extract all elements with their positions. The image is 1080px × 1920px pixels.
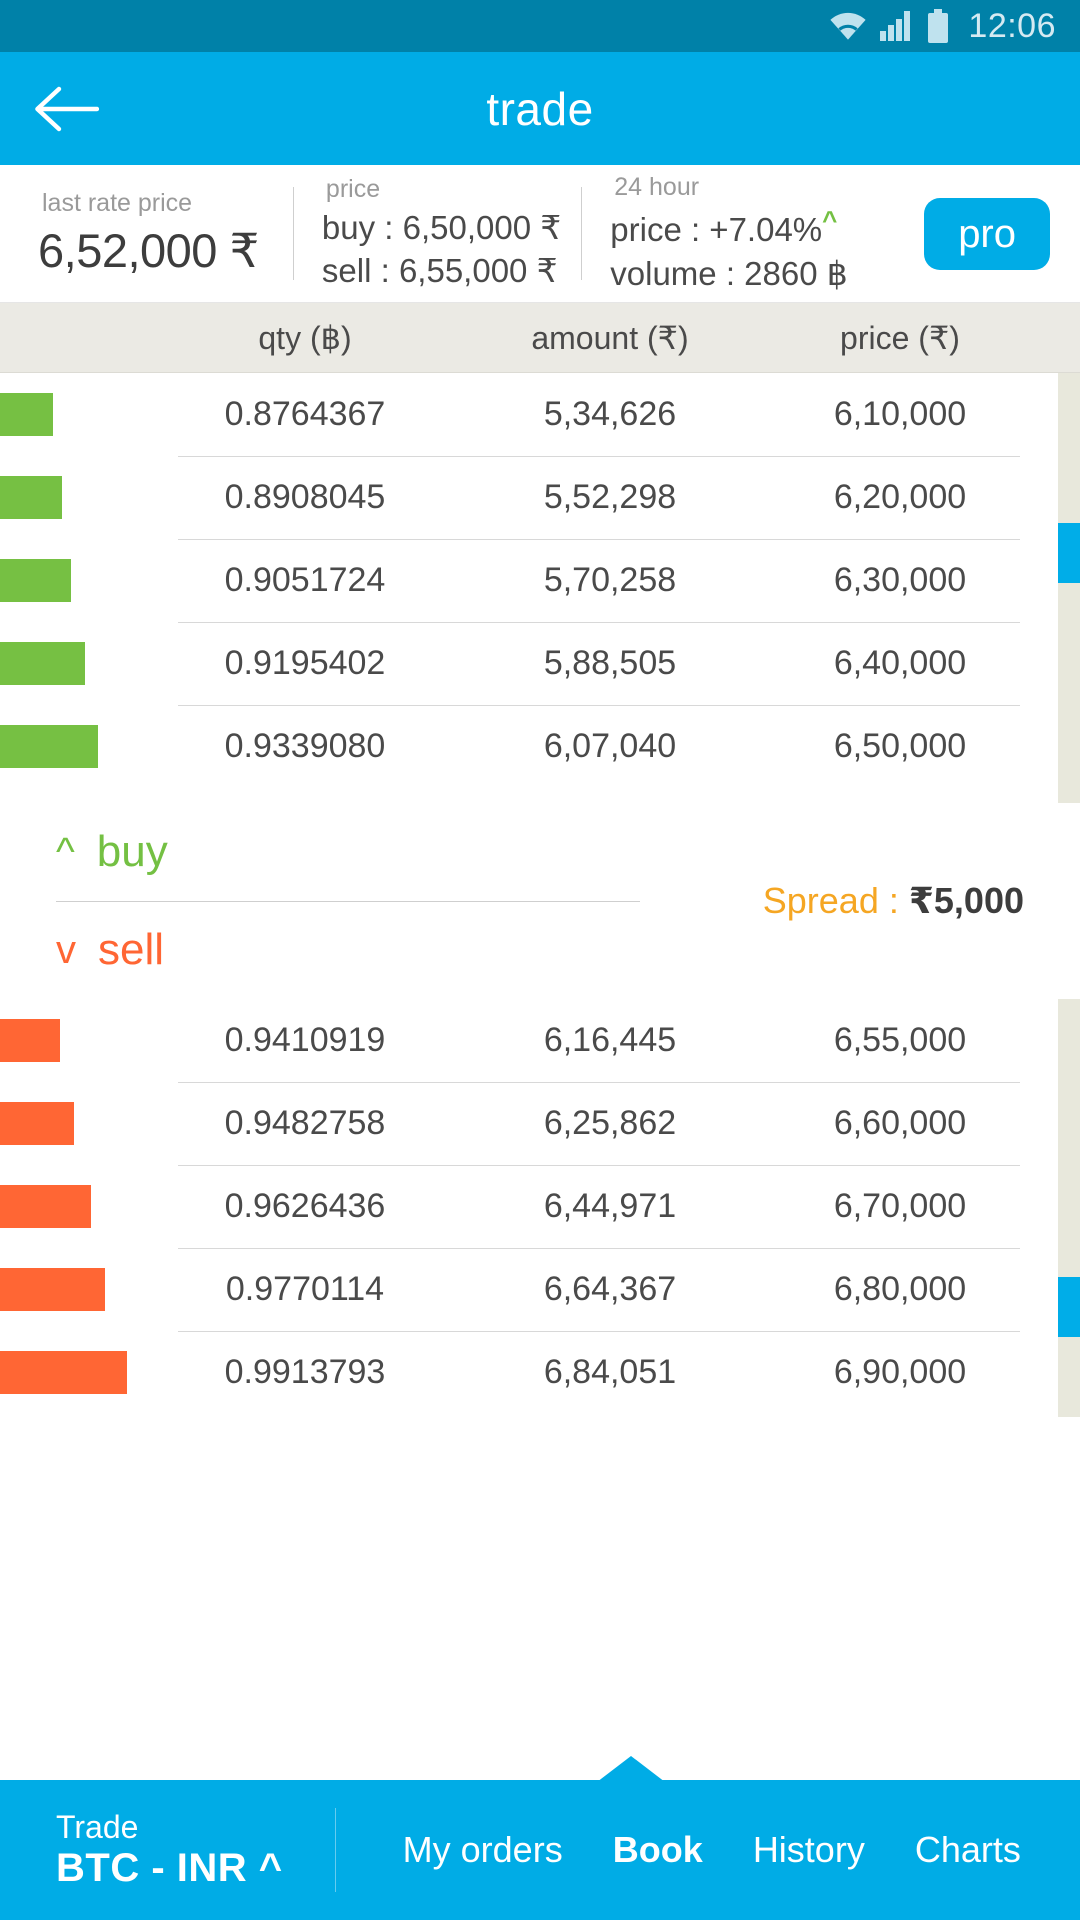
cell-qty: 0.8908045 (150, 478, 460, 517)
page-title: trade (0, 82, 1080, 136)
cell-amount: 6,25,862 (460, 1104, 760, 1143)
cell-amount: 5,34,626 (460, 395, 760, 434)
cellular-signal-icon (880, 11, 914, 41)
table-row[interactable]: 0.93390806,07,0406,50,000 (0, 705, 1080, 788)
cell-price: 6,20,000 (760, 478, 1040, 517)
cell-price: 6,60,000 (760, 1104, 1040, 1143)
cell-amount: 6,44,971 (460, 1187, 760, 1226)
twentyfour-hour-block: 24 hour price : +7.04%^ volume : 2860 ฿ (582, 172, 861, 295)
cell-qty: 0.9482758 (150, 1104, 460, 1143)
pro-button[interactable]: pro (924, 198, 1050, 270)
cell-qty: 0.8764367 (150, 395, 460, 434)
status-bar: 12:06 (0, 0, 1080, 52)
table-row[interactable]: 0.94109196,16,4456,55,000 (0, 999, 1080, 1082)
cell-price: 6,55,000 (760, 1021, 1040, 1060)
cell-amount: 5,88,505 (460, 644, 760, 683)
buy-scrollbar-track[interactable] (1058, 373, 1080, 803)
volume-line: volume : 2860 ฿ (610, 252, 847, 296)
trade-pair-selector[interactable]: Trade BTC - INR ^ (0, 1810, 283, 1891)
buy-order-rows: 0.87643675,34,6266,10,0000.89080455,52,2… (0, 373, 1080, 788)
buy-orders-section: 0.87643675,34,6266,10,0000.89080455,52,2… (0, 373, 1080, 803)
price-label: price (322, 174, 561, 205)
header-qty: qty (฿) (150, 319, 460, 357)
cell-price: 6,30,000 (760, 561, 1040, 600)
toggle-divider-line (56, 901, 640, 902)
chevron-down-icon: v (56, 930, 76, 970)
cell-qty: 0.9051724 (150, 561, 460, 600)
sell-orders-section: 0.94109196,16,4456,55,0000.94827586,25,8… (0, 999, 1080, 1417)
spread-value: ₹5,000 (909, 880, 1024, 921)
table-row[interactable]: 0.89080455,52,2986,20,000 (0, 456, 1080, 539)
sell-order-rows: 0.94109196,16,4456,55,0000.94827586,25,8… (0, 999, 1080, 1414)
price-change-line: price : +7.04%^ (610, 203, 847, 252)
wifi-icon (828, 10, 868, 42)
table-row[interactable]: 0.91954025,88,5056,40,000 (0, 622, 1080, 705)
price-sell-line: sell : 6,55,000 ₹ (322, 249, 561, 293)
bottom-nav-items: My orders Book History Charts (336, 1829, 1080, 1871)
table-row[interactable]: 0.90517245,70,2586,30,000 (0, 539, 1080, 622)
price-up-arrow-icon: ^ (822, 205, 837, 235)
bottom-navigation-bar: Trade BTC - INR ^ My orders Book History Ch… (0, 1780, 1080, 1920)
table-row[interactable]: 0.87643675,34,6266,10,000 (0, 373, 1080, 456)
cell-amount: 6,07,040 (460, 727, 760, 766)
cell-qty: 0.9770114 (150, 1270, 460, 1309)
sell-toggle-label: sell (98, 925, 164, 975)
cell-qty: 0.9339080 (150, 727, 460, 766)
table-row[interactable]: 0.97701146,64,3676,80,000 (0, 1248, 1080, 1331)
nav-item-my-orders[interactable]: My orders (403, 1829, 563, 1871)
buy-toggle-label: buy (97, 827, 168, 877)
sell-scrollbar-thumb[interactable] (1058, 1277, 1080, 1337)
nav-item-history[interactable]: History (753, 1829, 865, 1871)
spread-indicator: Spread : ₹5,000 (763, 880, 1024, 922)
trade-pair-value: BTC - INR ^ (56, 1846, 283, 1891)
active-tab-notch-icon (597, 1756, 665, 1782)
nav-item-book[interactable]: Book (613, 1829, 703, 1871)
trade-label: Trade (56, 1810, 283, 1846)
battery-icon (926, 9, 950, 43)
price-change-value: price : +7.04% (610, 211, 822, 248)
cell-price: 6,90,000 (760, 1353, 1040, 1392)
cell-amount: 5,70,258 (460, 561, 760, 600)
app-bar: trade (0, 52, 1080, 165)
table-row[interactable]: 0.99137936,84,0516,90,000 (0, 1331, 1080, 1414)
header-price: price (₹) (760, 319, 1040, 357)
twentyfour-hour-label: 24 hour (610, 172, 847, 203)
buy-scrollbar-thumb[interactable] (1058, 523, 1080, 583)
cell-price: 6,50,000 (760, 727, 1040, 766)
table-row[interactable]: 0.94827586,25,8626,60,000 (0, 1082, 1080, 1165)
cell-qty: 0.9410919 (150, 1021, 460, 1060)
price-buy-line: buy : 6,50,000 ₹ (322, 206, 561, 250)
price-block: price buy : 6,50,000 ₹ sell : 6,55,000 ₹ (294, 174, 581, 292)
cell-amount: 5,52,298 (460, 478, 760, 517)
cell-price: 6,10,000 (760, 395, 1040, 434)
header-amount: amount (₹) (460, 319, 760, 357)
spread-label: Spread : (763, 880, 899, 921)
table-row[interactable]: 0.96264366,44,9716,70,000 (0, 1165, 1080, 1248)
back-button[interactable] (30, 79, 102, 139)
market-summary: last rate price 6,52,000 ₹ price buy : 6… (0, 165, 1080, 303)
last-rate-price-label: last rate price (38, 188, 259, 219)
last-rate-price-value: 6,52,000 ₹ (38, 223, 259, 279)
cell-amount: 6,64,367 (460, 1270, 760, 1309)
status-bar-clock: 12:06 (968, 7, 1056, 46)
cell-amount: 6,84,051 (460, 1353, 760, 1392)
cell-price: 6,40,000 (760, 644, 1040, 683)
chevron-up-icon: ^ (56, 832, 75, 872)
last-rate-price-block: last rate price 6,52,000 ₹ (18, 188, 293, 279)
sell-scrollbar-track[interactable] (1058, 999, 1080, 1417)
trade-pair-text: BTC - INR (56, 1846, 247, 1890)
cell-price: 6,70,000 (760, 1187, 1040, 1226)
nav-item-charts[interactable]: Charts (915, 1829, 1021, 1871)
cell-qty: 0.9913793 (150, 1353, 460, 1392)
cell-qty: 0.9195402 (150, 644, 460, 683)
pair-chevron-up-icon: ^ (259, 1846, 283, 1890)
orderbook-column-headers: qty (฿) amount (₹) price (₹) (0, 303, 1080, 373)
cell-amount: 6,16,445 (460, 1021, 760, 1060)
buy-sell-toggle-section: ^ buy v sell Spread : ₹5,000 (0, 803, 1080, 999)
cell-price: 6,80,000 (760, 1270, 1040, 1309)
back-arrow-icon (33, 84, 99, 134)
cell-qty: 0.9626436 (150, 1187, 460, 1226)
